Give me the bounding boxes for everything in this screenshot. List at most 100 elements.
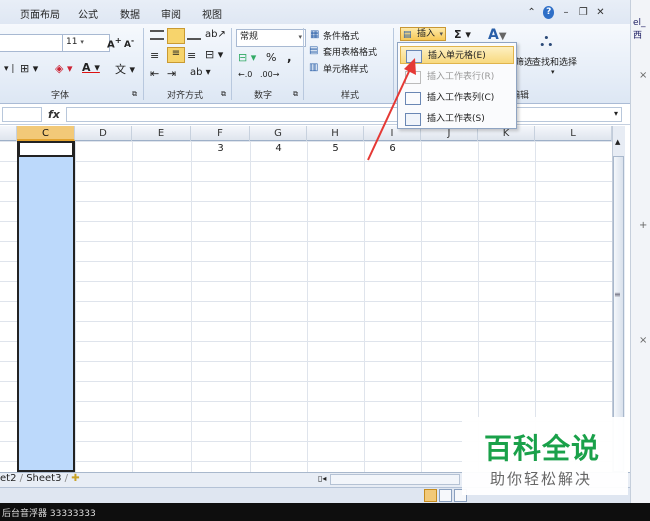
right-side-panel: el_西 × + × <box>630 0 650 503</box>
align-top-icon[interactable] <box>150 30 164 40</box>
help-icon[interactable]: ? <box>543 5 555 19</box>
currency-icon[interactable]: ⊟ ▾ <box>238 51 256 64</box>
name-box[interactable] <box>2 107 42 122</box>
chevron-down-icon: ▾ <box>80 38 84 46</box>
font-size-value: 11 <box>66 37 78 47</box>
page-layout-view-icon[interactable] <box>439 489 452 502</box>
formula-bar: fx ▾ <box>0 105 630 125</box>
conditional-format-icon: ▦ <box>310 29 320 40</box>
chevron-down-icon: ▾ <box>298 33 302 41</box>
align-center-icon[interactable]: ≡ <box>167 47 185 63</box>
col-header-d[interactable]: D <box>75 126 132 141</box>
insert-sheet-icon[interactable]: ✚ <box>71 473 79 484</box>
fx-icon[interactable]: fx <box>48 108 60 121</box>
watermark-subtitle: 助你轻松解决 <box>490 470 593 488</box>
grow-font-icon[interactable]: A+ <box>107 35 122 50</box>
scroll-up-icon[interactable]: ▲ <box>615 138 620 146</box>
decrease-decimal-icon[interactable]: .00→ <box>260 70 279 79</box>
tab-formulas[interactable]: 公式 <box>78 6 98 21</box>
find-select-button[interactable]: 查找和选择 <box>532 55 577 68</box>
fill-color-icon[interactable]: ◈ ▾ <box>55 62 72 75</box>
align-middle-icon[interactable] <box>167 28 185 44</box>
gridline <box>421 141 422 472</box>
font-color-icon[interactable]: A ▾ <box>82 61 100 74</box>
more-chevron-icon[interactable]: ▾ | <box>4 64 14 74</box>
col-header-h[interactable]: H <box>307 126 364 141</box>
orientation-icon[interactable]: ab↗ <box>205 29 226 40</box>
sort-filter-icon[interactable]: A▼ <box>488 27 507 43</box>
filter-partial-label[interactable]: 筛选 <box>515 55 533 68</box>
cell-h1[interactable]: 5 <box>307 143 364 154</box>
alignment-dialog-launcher-icon[interactable]: ⧉ <box>221 90 226 99</box>
tab-data[interactable]: 数据 <box>120 6 140 21</box>
tab-page-layout[interactable]: 页面布局 <box>20 6 60 21</box>
sheet-tab-sheet2[interactable]: et2 <box>0 473 16 484</box>
taskbar: 后台音浮器 33333333 <box>0 503 650 521</box>
horizontal-scrollbar[interactable] <box>330 474 460 485</box>
comma-button[interactable]: , <box>287 50 292 64</box>
gridline <box>75 141 76 472</box>
menu-item-label: 插入工作表(S) <box>427 114 485 124</box>
col-header-e[interactable]: E <box>132 126 191 141</box>
tab-view[interactable]: 视图 <box>202 6 222 21</box>
binoculars-icon[interactable]: ⛬ <box>540 30 553 51</box>
close-icon[interactable]: × <box>639 70 647 81</box>
font-size-box[interactable]: 11 ▾ <box>62 34 110 52</box>
gridline <box>307 141 308 472</box>
font-name-box[interactable] <box>0 34 65 52</box>
shrink-font-icon[interactable]: A- <box>124 36 134 50</box>
align-bottom-icon[interactable] <box>187 32 201 40</box>
phonetic-icon[interactable]: 文 ▾ <box>115 61 135 77</box>
cell-f1[interactable]: 3 <box>191 143 250 154</box>
taskbar-text: 后台音浮器 33333333 <box>2 509 96 519</box>
insert-button[interactable]: ▤ 插入 ▾ <box>400 27 446 41</box>
chevron-down-icon: ▾ <box>439 30 443 38</box>
add-icon[interactable]: + <box>639 220 647 231</box>
expand-formula-icon[interactable]: ▾ <box>614 109 618 118</box>
increase-decimal-icon[interactable]: ←.0 <box>238 70 252 79</box>
sheet-tab-sheet3[interactable]: Sheet3 <box>26 473 61 484</box>
watermark: 百科全说 助你轻松解决 <box>462 417 628 495</box>
insert-label: 插入 <box>417 29 436 39</box>
menu-item-label: 插入工作表列(C) <box>427 93 495 103</box>
merge-center-icon[interactable]: ⊟ ▾ <box>205 48 223 61</box>
group-separator <box>143 28 144 100</box>
col-header-l[interactable]: L <box>535 126 612 141</box>
restore-icon[interactable]: ❐ <box>578 6 589 19</box>
align-right-icon[interactable]: ≡ <box>187 49 196 62</box>
normal-view-icon[interactable] <box>424 489 437 502</box>
number-format-select[interactable]: 常规 ▾ <box>236 29 306 47</box>
col-header-c[interactable]: C <box>17 126 75 141</box>
close-icon[interactable]: × <box>639 335 647 346</box>
active-cell[interactable] <box>18 141 74 157</box>
grip-icon: ≡ <box>614 290 621 299</box>
conditional-format-button[interactable]: 条件格式 <box>323 29 359 42</box>
percent-button[interactable]: % <box>266 51 276 64</box>
corner-header[interactable] <box>0 126 17 141</box>
col-header-g[interactable]: G <box>250 126 307 141</box>
col-header-f[interactable]: F <box>191 126 250 141</box>
increase-indent-icon[interactable]: ⇥ <box>167 67 176 80</box>
formula-input[interactable] <box>66 107 622 122</box>
text-direction-icon[interactable]: ab ▾ <box>190 67 211 78</box>
autosum-icon[interactable]: Σ ▾ <box>454 28 471 41</box>
sheet-nav-icon[interactable]: ▯◂ <box>318 474 326 483</box>
number-dialog-launcher-icon[interactable]: ⧉ <box>293 90 298 99</box>
chevron-down-icon: ▾ <box>551 68 555 76</box>
menu-item-label: 插入工作表行(R) <box>427 72 495 82</box>
group-separator <box>231 28 232 100</box>
tab-review[interactable]: 审阅 <box>161 6 181 21</box>
sheet-tabs: et2 / Sheet3 / ✚ <box>0 473 80 484</box>
number-group-label: 数字 <box>253 91 272 101</box>
decrease-indent-icon[interactable]: ⇤ <box>150 67 159 80</box>
align-left-icon[interactable]: ≡ <box>150 49 159 62</box>
column-header-row: C D E F G H I J K L <box>0 126 612 141</box>
border-icon[interactable]: ⊞ ▾ <box>20 62 38 75</box>
alignment-group-label: 对齐方式 <box>166 91 203 101</box>
font-dialog-launcher-icon[interactable]: ⧉ <box>132 90 137 99</box>
cell-g1[interactable]: 4 <box>250 143 307 154</box>
ribbon-collapse-icon[interactable]: ⌃ <box>526 6 537 19</box>
close-icon[interactable]: ✕ <box>595 6 606 19</box>
minimize-icon[interactable]: – <box>560 6 571 19</box>
selected-column-c[interactable] <box>17 141 75 472</box>
